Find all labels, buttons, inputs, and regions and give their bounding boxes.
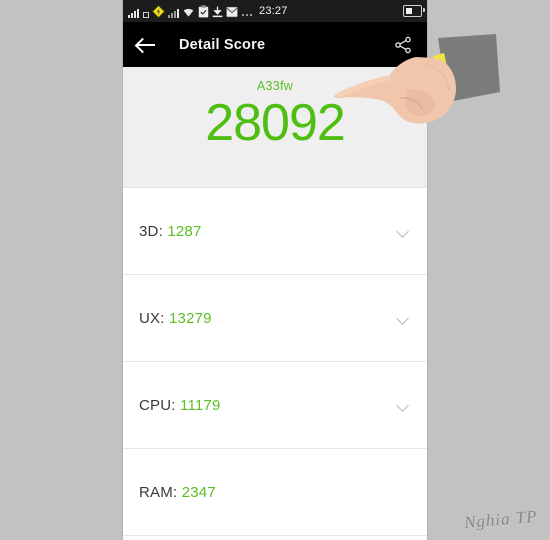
status-bar-clock: 23:27	[259, 5, 288, 17]
score-row-cpu[interactable]: CPU: 11179	[123, 362, 427, 449]
total-score-panel: A33fw 28092	[123, 67, 427, 188]
cuff-band	[433, 53, 454, 102]
app-bar: Detail Score	[123, 22, 427, 67]
signal-bars-icon	[128, 7, 139, 18]
mail-icon	[226, 6, 238, 17]
battery-half-icon	[403, 5, 425, 17]
back-arrow-icon[interactable]	[137, 37, 157, 53]
status-bar-icons	[128, 4, 253, 18]
score-row-value: 1287	[167, 222, 202, 240]
chevron-down-icon[interactable]	[397, 227, 411, 235]
signal-bars-icon-2	[168, 7, 179, 18]
more-dots-icon	[242, 13, 252, 16]
chevron-down-icon[interactable]	[397, 401, 411, 409]
device-name: A33fw	[256, 79, 294, 93]
watermark-signature: Nghia TP	[463, 506, 539, 533]
score-row-label: RAM: 2347	[139, 483, 216, 501]
signal-box-icon	[143, 11, 149, 18]
share-icon[interactable]	[393, 35, 413, 55]
total-score-value: 28092	[205, 94, 346, 152]
wifi-icon	[183, 8, 194, 17]
score-row-ux[interactable]: UX: 13279	[123, 275, 427, 362]
score-row-label: CPU: 11179	[139, 396, 221, 414]
score-row-label: 3D: 1287	[139, 222, 202, 240]
score-row-value: 2347	[181, 483, 216, 501]
clipboard-icon	[198, 4, 209, 17]
phone-screen: 23:27 Detail Score A33fw 28092 3D: 1287 …	[122, 0, 428, 540]
score-row-value: 13279	[168, 309, 212, 327]
status-bar: 23:27	[123, 0, 427, 22]
score-row-3d[interactable]: 3D: 1287	[123, 188, 427, 275]
download-icon	[212, 6, 223, 17]
chevron-down-icon[interactable]	[397, 314, 411, 322]
page-title: Detail Score	[179, 36, 266, 53]
score-row-ram[interactable]: RAM: 2347	[123, 449, 427, 536]
score-row-value: 11179	[180, 396, 221, 414]
hand-edge-shade	[425, 63, 450, 91]
sleeve	[438, 34, 500, 102]
score-row-label: UX: 13279	[139, 309, 212, 327]
yellow-diamond-icon	[152, 4, 165, 18]
